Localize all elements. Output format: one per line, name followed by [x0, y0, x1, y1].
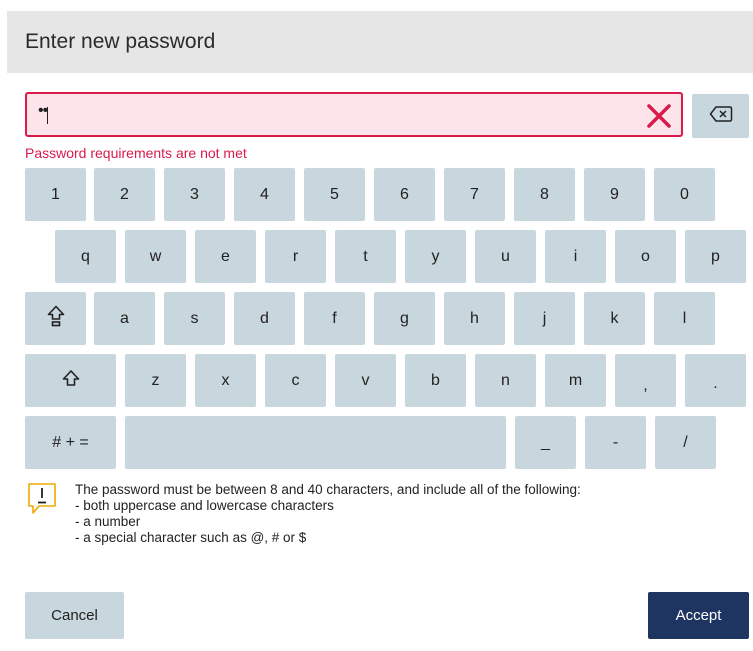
key-b[interactable]: b: [405, 354, 466, 407]
key-f[interactable]: f: [304, 292, 365, 345]
key-l[interactable]: l: [654, 292, 715, 345]
key-9[interactable]: 9: [584, 168, 645, 221]
password-error-message: Password requirements are not met: [25, 145, 247, 161]
key-m[interactable]: m: [545, 354, 606, 407]
caps-lock-key[interactable]: [25, 292, 86, 345]
accept-button[interactable]: Accept: [648, 592, 749, 639]
caps-lock-icon: [47, 305, 65, 332]
key-6[interactable]: 6: [374, 168, 435, 221]
requirements-line: - a number: [75, 514, 141, 529]
key-t[interactable]: t: [335, 230, 396, 283]
key-a[interactable]: a: [94, 292, 155, 345]
dialog-title: Enter new password: [25, 30, 216, 53]
space-bar[interactable]: [125, 416, 506, 469]
key-z[interactable]: z: [125, 354, 186, 407]
key-d[interactable]: d: [234, 292, 295, 345]
key-dash[interactable]: -: [585, 416, 646, 469]
key-e[interactable]: e: [195, 230, 256, 283]
key-h[interactable]: h: [444, 292, 505, 345]
password-masked-value: ••: [38, 102, 48, 119]
key-underscore[interactable]: _: [515, 416, 576, 469]
key-g[interactable]: g: [374, 292, 435, 345]
key-comma[interactable]: ,: [615, 354, 676, 407]
key-y[interactable]: y: [405, 230, 466, 283]
key-o[interactable]: o: [615, 230, 676, 283]
password-input[interactable]: ••: [25, 92, 683, 137]
key-p[interactable]: p: [685, 230, 746, 283]
key-n[interactable]: n: [475, 354, 536, 407]
key-slash[interactable]: /: [655, 416, 716, 469]
warning-speech-icon: [27, 482, 57, 516]
dialog-header: Enter new password: [7, 11, 753, 73]
key-u[interactable]: u: [475, 230, 536, 283]
password-requirements-text: The password must be between 8 and 40 ch…: [75, 482, 581, 546]
symbols-key[interactable]: # + =: [25, 416, 116, 469]
key-i[interactable]: i: [545, 230, 606, 283]
shift-key[interactable]: [25, 354, 116, 407]
key-s[interactable]: s: [164, 292, 225, 345]
key-v[interactable]: v: [335, 354, 396, 407]
key-x[interactable]: x: [195, 354, 256, 407]
key-r[interactable]: r: [265, 230, 326, 283]
key-1[interactable]: 1: [25, 168, 86, 221]
requirements-line: - a special character such as @, # or $: [75, 530, 307, 545]
key-w[interactable]: w: [125, 230, 186, 283]
requirements-line: - both uppercase and lowercase character…: [75, 498, 334, 513]
key-j[interactable]: j: [514, 292, 575, 345]
key-q[interactable]: q: [55, 230, 116, 283]
backspace-icon: [709, 105, 733, 128]
cancel-button[interactable]: Cancel: [25, 592, 124, 639]
key-c[interactable]: c: [265, 354, 326, 407]
text-caret: [47, 107, 48, 124]
key-8[interactable]: 8: [514, 168, 575, 221]
key-0[interactable]: 0: [654, 168, 715, 221]
key-2[interactable]: 2: [94, 168, 155, 221]
close-x-icon[interactable]: [645, 102, 673, 130]
key-7[interactable]: 7: [444, 168, 505, 221]
key-3[interactable]: 3: [164, 168, 225, 221]
shift-icon: [62, 369, 80, 392]
key-period[interactable]: .: [685, 354, 746, 407]
key-4[interactable]: 4: [234, 168, 295, 221]
key-5[interactable]: 5: [304, 168, 365, 221]
requirements-line: The password must be between 8 and 40 ch…: [75, 482, 581, 497]
key-k[interactable]: k: [584, 292, 645, 345]
backspace-button[interactable]: [692, 94, 749, 138]
